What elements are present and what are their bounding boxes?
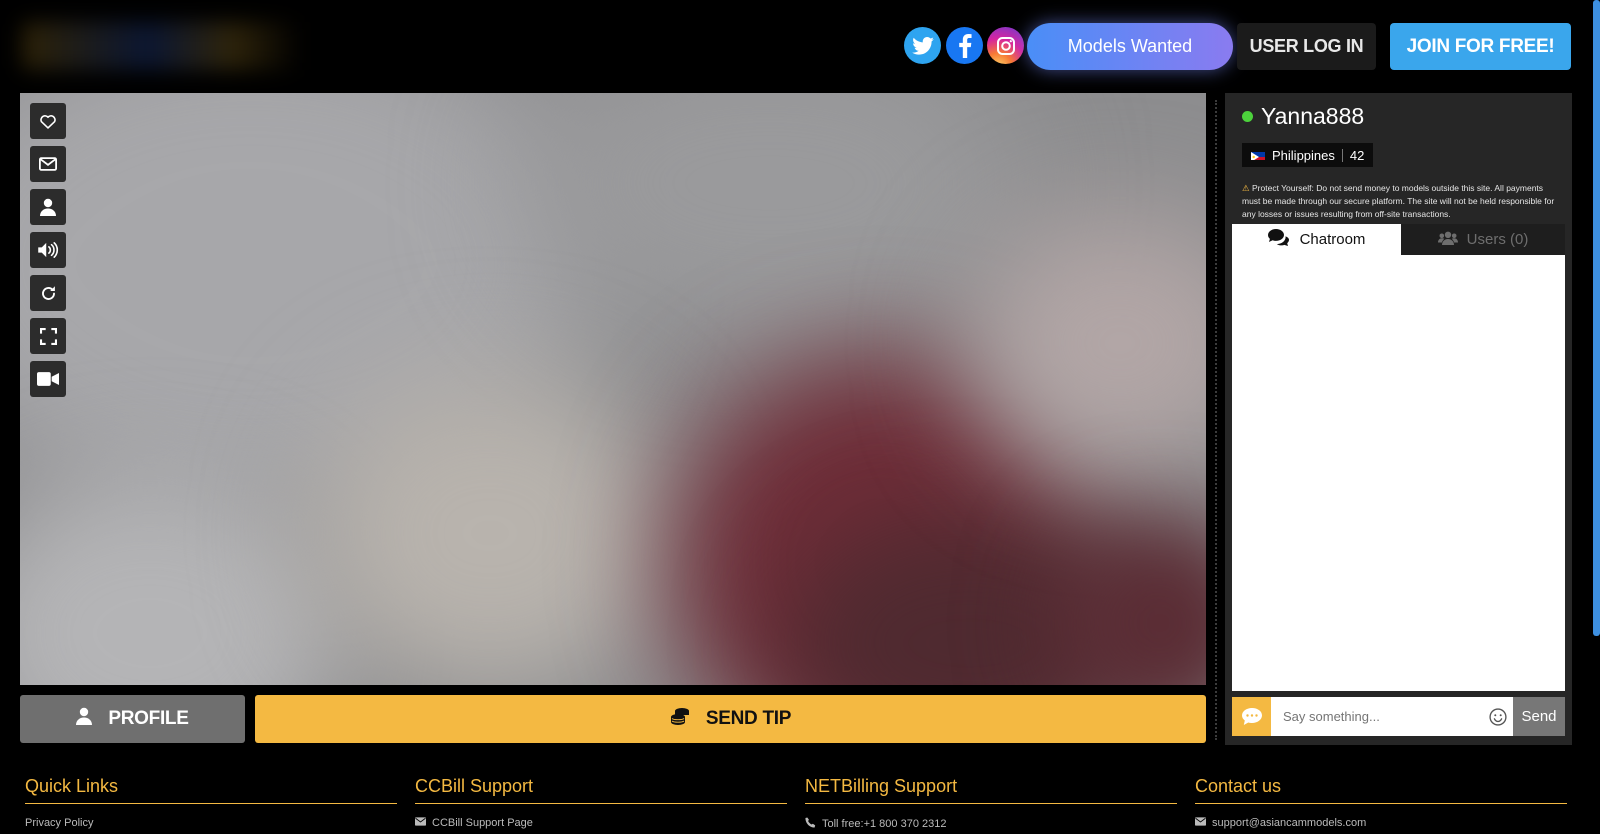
tab-users-label: Users (0) <box>1466 231 1529 248</box>
join-free-button[interactable]: JOIN FOR FREE! <box>1390 23 1571 70</box>
send-tip-label: SEND TIP <box>705 708 792 729</box>
video-camera-icon[interactable] <box>30 361 66 397</box>
user-icon <box>76 707 93 731</box>
tab-users[interactable]: Users (0) <box>1401 224 1565 255</box>
speech-bubble-icon <box>1232 697 1271 736</box>
ccbill-support-link[interactable]: CCBill Support Page <box>415 817 787 829</box>
privacy-policy-link[interactable]: Privacy Policy <box>25 817 397 829</box>
online-status-dot <box>1242 111 1253 122</box>
model-age: 42 <box>1349 147 1365 163</box>
warning-icon: ⚠ <box>1242 183 1250 193</box>
philippines-flag-icon <box>1251 150 1265 160</box>
footer-netbilling-support: NETBilling Support Toll free:+1 800 370 … <box>805 776 1177 831</box>
panel-divider <box>1215 100 1217 740</box>
profile-label: PROFILE <box>108 708 189 729</box>
envelope-icon[interactable] <box>30 146 66 182</box>
emoji-icon[interactable] <box>1483 697 1513 736</box>
chat-messages[interactable] <box>1232 255 1565 691</box>
footer-quick-links: Quick Links Privacy Policy <box>25 776 397 829</box>
model-name: Yanna888 <box>1261 103 1365 129</box>
heart-icon[interactable] <box>30 103 66 139</box>
footer-ccbill-support: CCBill Support CCBill Support Page <box>415 776 787 829</box>
support-email-link[interactable]: support@asiancammodels.com <box>1195 817 1567 829</box>
footer-link-text: support@asiancammodels.com <box>1212 817 1367 829</box>
model-meta: Philippines 42 <box>1242 143 1374 167</box>
coins-icon <box>670 707 690 731</box>
site-logo[interactable] <box>22 22 302 70</box>
envelope-icon <box>1195 817 1206 829</box>
footer-title: Quick Links <box>25 776 397 804</box>
send-message-button[interactable]: Send <box>1513 697 1565 736</box>
tab-chatroom-label: Chatroom <box>1299 231 1366 248</box>
model-header: Yanna888 <box>1242 103 1364 130</box>
model-country: Philippines <box>1272 147 1335 163</box>
safety-warning: ⚠ Protect Yourself: Do not send money to… <box>1242 182 1562 221</box>
meta-separator <box>1341 148 1343 162</box>
envelope-icon <box>415 817 426 829</box>
chat-bubbles-icon <box>1267 229 1290 250</box>
user-login-button[interactable]: USER LOG IN <box>1237 23 1376 70</box>
video-stream[interactable] <box>20 93 1206 685</box>
footer-title: CCBill Support <box>415 776 787 804</box>
user-icon[interactable] <box>30 189 66 225</box>
tab-chatroom[interactable]: Chatroom <box>1232 224 1401 255</box>
chat-tabs: Chatroom Users (0) <box>1232 224 1565 255</box>
footer-title: NETBilling Support <box>805 776 1177 804</box>
footer-link-text: Toll free:+1 800 370 2312 <box>822 818 947 830</box>
refresh-icon[interactable] <box>30 275 66 311</box>
model-panel: Yanna888 Philippines 42 ⚠ Protect Yourse… <box>1225 93 1572 745</box>
models-wanted-button[interactable]: Models Wanted <box>1027 23 1233 70</box>
facebook-icon[interactable] <box>946 27 983 64</box>
twitter-icon[interactable] <box>904 27 941 64</box>
phone-icon <box>805 817 816 831</box>
chat-message-input[interactable] <box>1271 697 1483 736</box>
footer-link-text: CCBill Support Page <box>432 817 533 829</box>
chat-input-row: Send <box>1232 697 1565 736</box>
profile-button[interactable]: PROFILE <box>20 695 245 743</box>
footer-contact-us: Contact us support@asiancammodels.com <box>1195 776 1567 829</box>
warning-text: Protect Yourself: Do not send money to m… <box>1242 183 1555 219</box>
instagram-icon[interactable] <box>987 27 1024 64</box>
footer-link-text: Privacy Policy <box>25 817 94 829</box>
volume-icon[interactable] <box>30 232 66 268</box>
netbilling-phone-link[interactable]: Toll free:+1 800 370 2312 <box>805 817 1177 831</box>
users-icon <box>1437 231 1458 249</box>
video-controls <box>30 103 66 397</box>
footer-title: Contact us <box>1195 776 1567 804</box>
send-tip-button[interactable]: SEND TIP <box>255 695 1206 743</box>
fullscreen-icon[interactable] <box>30 318 66 354</box>
page-scrollbar[interactable] <box>1593 0 1600 636</box>
